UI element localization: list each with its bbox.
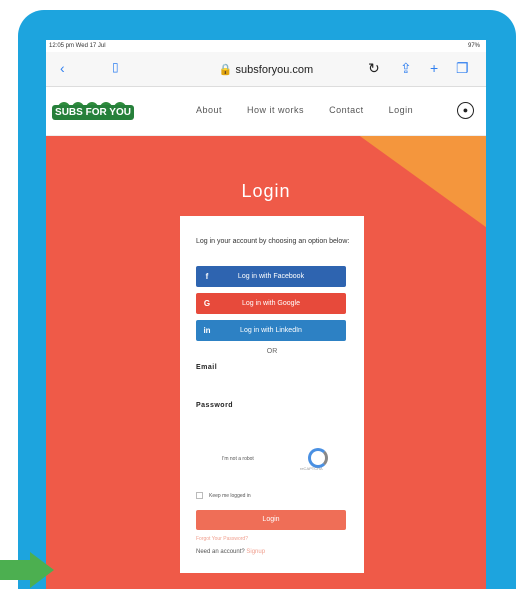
page-title: Login: [241, 181, 291, 201]
keep-logged-in[interactable]: Keep me logged in: [196, 492, 251, 499]
battery-level: 97%: [467, 43, 480, 49]
signup-link[interactable]: Signup: [246, 549, 265, 555]
email-label: Email: [196, 364, 218, 371]
green-arrow-icon: [0, 552, 56, 588]
tabs-icon[interactable]: ❐: [456, 60, 469, 77]
password-label: Password: [196, 402, 234, 409]
facebook-login-button[interactable]: f Log in with Facebook: [196, 266, 346, 287]
linkedin-login-button[interactable]: in Log in with LinkedIn: [196, 320, 346, 341]
nav-contact[interactable]: Contact: [329, 105, 364, 115]
nav-links: About How it works Contact Login: [196, 105, 435, 115]
captcha-brand: reCAPTCHA: [300, 466, 323, 471]
logo[interactable]: SUBS FOR YOU: [52, 97, 134, 125]
captcha-text: I'm not a robot: [222, 456, 254, 462]
nav-login[interactable]: Login: [389, 105, 414, 115]
user-icon[interactable]: ●: [457, 102, 474, 119]
or-divider: OR: [266, 348, 278, 355]
logo-mark: [58, 97, 128, 110]
screen: 12:05 pm Wed 17 Jul 97% ‹ ▯ 🔒 subsforyou…: [46, 40, 486, 589]
logo-text: SUBS FOR YOU: [52, 105, 134, 120]
login-intro: Log in your account by choosing an optio…: [196, 238, 350, 245]
need-account: Need an account? Signup: [196, 549, 265, 555]
recaptcha-icon: [308, 448, 328, 468]
login-hero: Login Log in your account by choosing an…: [46, 136, 486, 589]
status-bar: 12:05 pm Wed 17 Jul 97%: [46, 40, 486, 52]
linkedin-label: Log in with LinkedIn: [240, 327, 302, 334]
keep-logged-checkbox[interactable]: [196, 492, 203, 499]
need-account-text: Need an account?: [196, 549, 245, 555]
status-time: 12:05 pm Wed 17 Jul: [49, 43, 106, 49]
share-icon[interactable]: ⇪: [400, 60, 412, 77]
login-card: Log in your account by choosing an optio…: [180, 216, 364, 573]
google-login-button[interactable]: G Log in with Google: [196, 293, 346, 314]
nav-how-it-works[interactable]: How it works: [247, 105, 304, 115]
keep-logged-label: Keep me logged in: [209, 492, 251, 499]
nav-about[interactable]: About: [196, 105, 222, 115]
facebook-label: Log in with Facebook: [237, 273, 305, 280]
url-field[interactable]: 🔒 subsforyou.com: [46, 63, 486, 76]
recaptcha[interactable]: I'm not a robot reCAPTCHA: [196, 438, 346, 482]
forgot-password-link[interactable]: Forgot Your Password?: [196, 536, 248, 542]
url-text: subsforyou.com: [235, 64, 314, 76]
google-label: Log in with Google: [242, 300, 300, 307]
site-nav: SUBS FOR YOU About How it works Contact …: [46, 87, 486, 136]
browser-bar: ‹ ▯ 🔒 subsforyou.com ↻ ⇪ + ❐: [46, 52, 486, 87]
new-tab-icon[interactable]: +: [430, 60, 438, 76]
reload-icon[interactable]: ↻: [368, 60, 380, 77]
login-button[interactable]: Login: [196, 510, 346, 530]
